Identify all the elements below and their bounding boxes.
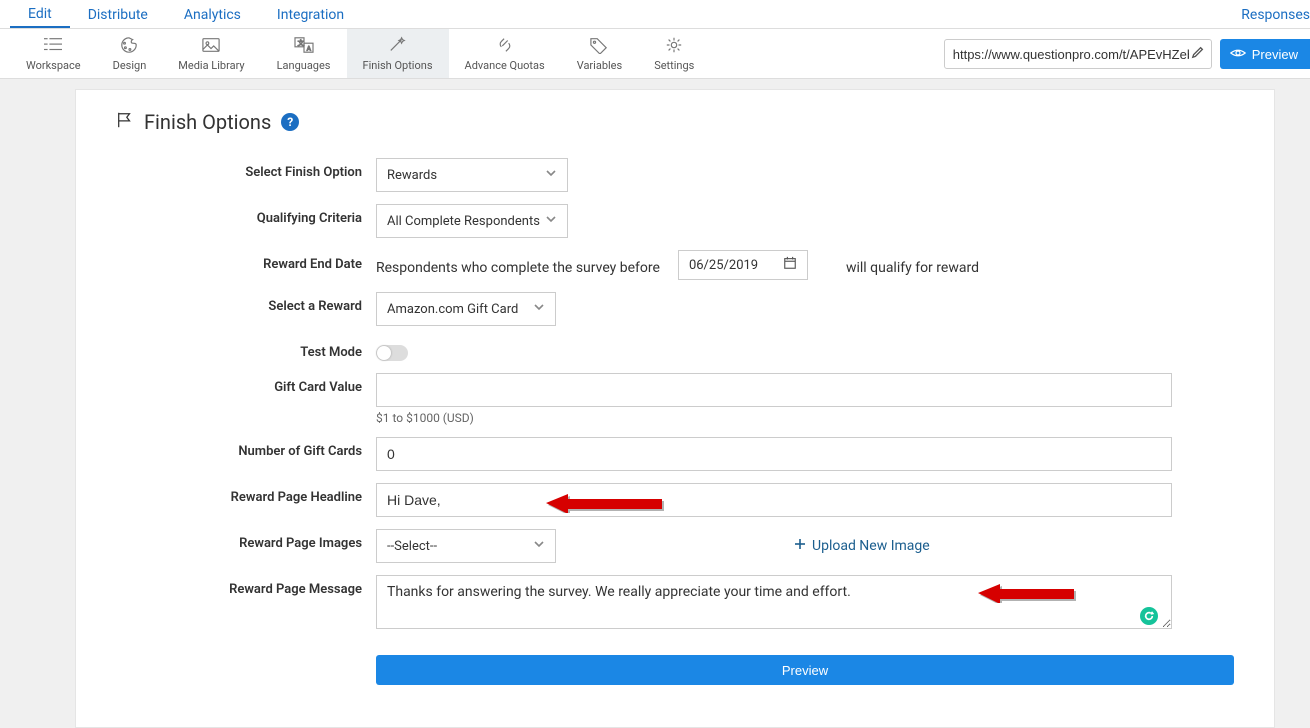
plus-icon [794,538,806,554]
tab-distribute[interactable]: Distribute [70,2,166,27]
upload-image-link[interactable]: Upload New Image [794,538,930,554]
tab-analytics[interactable]: Analytics [166,2,259,27]
tool-design[interactable]: Design [97,29,163,78]
survey-url-input[interactable] [951,40,1191,68]
help-icon[interactable]: ? [281,113,299,131]
eye-icon [1230,46,1246,63]
select-finish-option[interactable]: Rewards [376,158,568,192]
label-headline: Reward Page Headline [116,483,376,505]
link-icon [494,36,516,57]
text-before-date: Respondents who complete the survey befo… [376,254,660,276]
tab-responses[interactable]: Responses [1231,2,1310,27]
top-nav: Edit Distribute Analytics Integration Re… [0,0,1310,29]
tab-integration[interactable]: Integration [259,2,362,27]
label-finish-option: Select Finish Option [116,158,376,180]
tab-edit[interactable]: Edit [10,1,70,28]
tag-icon [588,36,610,57]
label-test-mode: Test Mode [116,338,376,360]
tool-label: Workspace [26,59,81,72]
page-panel: Finish Options ? Select Finish Option Re… [75,89,1275,728]
input-gift-value[interactable] [376,373,1172,407]
gear-icon [663,36,685,57]
chevron-down-icon [545,213,557,229]
tool-label: Finish Options [363,59,433,72]
tool-settings[interactable]: Settings [638,29,710,78]
date-picker[interactable]: 06/25/2019 [678,250,808,280]
page-title: Finish Options [144,110,271,134]
tool-label: Advance Quotas [465,59,545,72]
chevron-down-icon [533,538,545,554]
tool-advance-quotas[interactable]: Advance Quotas [449,29,561,78]
help-gift-value: $1 to $1000 (USD) [376,411,1234,425]
date-value: 06/25/2019 [689,258,758,273]
input-num-cards[interactable] [376,437,1172,471]
tool-label: Languages [277,59,331,72]
tool-variables[interactable]: Variables [561,29,639,78]
select-reward[interactable]: Amazon.com Gift Card [376,292,556,326]
tool-workspace[interactable]: Workspace [10,29,97,78]
select-value: --Select-- [387,539,437,554]
grammarly-icon [1140,607,1158,625]
translate-icon: 文A [293,36,315,57]
palette-icon [118,36,140,57]
select-value: Amazon.com Gift Card [387,302,518,317]
chevron-down-icon [545,167,557,183]
survey-url-box[interactable] [944,39,1212,69]
svg-text:文: 文 [297,38,304,47]
chevron-down-icon [533,301,545,317]
label-num-cards: Number of Gift Cards [116,437,376,459]
preview-button[interactable]: Preview [376,655,1234,685]
toolbar: Workspace Design Media Library 文A Langua… [0,29,1310,79]
pencil-icon[interactable] [1191,45,1205,63]
select-value: All Complete Respondents [387,214,540,229]
tool-media-library[interactable]: Media Library [162,29,260,78]
tool-label: Variables [577,59,623,72]
label-criteria: Qualifying Criteria [116,204,376,226]
textarea-message[interactable] [376,575,1172,629]
toggle-test-mode[interactable] [376,345,408,361]
text-after-date: will qualify for reward [826,254,979,276]
tool-label: Design [113,59,147,72]
upload-link-label: Upload New Image [812,538,930,554]
tool-label: Settings [654,59,694,72]
tool-finish-options[interactable]: Finish Options [347,29,449,78]
select-value: Rewards [387,168,437,183]
tool-languages[interactable]: 文A Languages [261,29,347,78]
wand-icon [387,36,409,57]
label-images: Reward Page Images [116,529,376,551]
flag-icon [116,111,134,133]
input-headline[interactable] [376,483,1172,517]
select-images[interactable]: --Select-- [376,529,556,563]
label-end-date: Reward End Date [116,250,376,272]
label-message: Reward Page Message [116,575,376,597]
select-criteria[interactable]: All Complete Respondents [376,204,568,238]
label-gift-value: Gift Card Value [116,373,376,395]
svg-text:A: A [306,44,311,52]
calendar-icon [783,256,797,274]
tool-label: Media Library [178,59,244,72]
preview-button-top[interactable]: Preview [1220,39,1310,69]
preview-btn-label: Preview [1252,47,1298,62]
label-select-reward: Select a Reward [116,292,376,314]
image-icon [200,36,222,57]
workspace-icon [42,36,64,57]
